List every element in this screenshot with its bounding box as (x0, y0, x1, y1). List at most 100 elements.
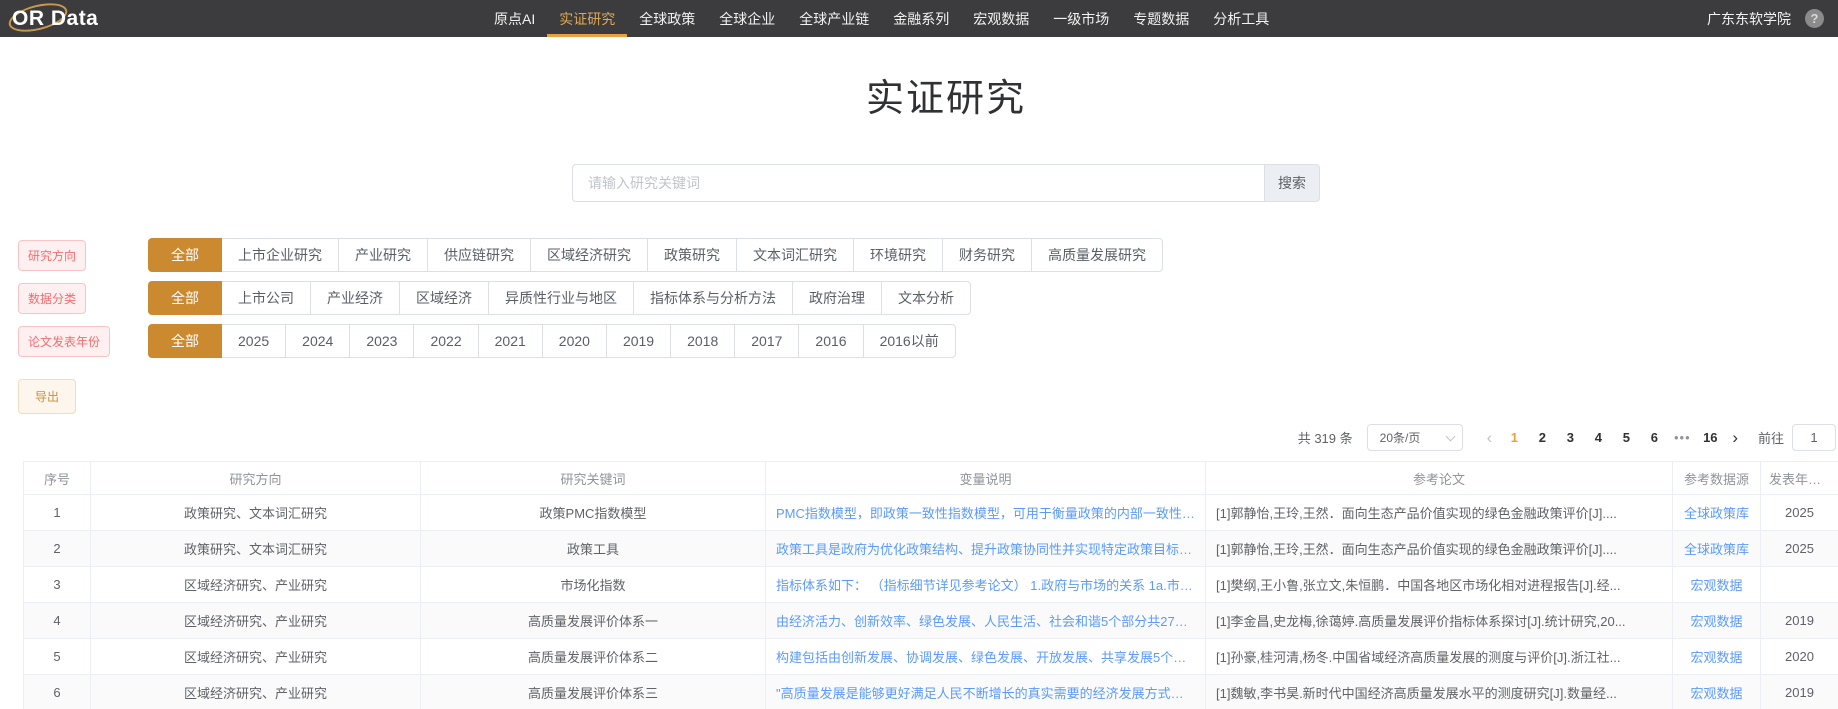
cell-direction: 政策研究、文本词汇研究 (90, 494, 421, 531)
page-number[interactable]: 16 (1696, 430, 1724, 445)
nav-item-8[interactable]: 一级市场 (1051, 0, 1111, 37)
filter-option[interactable]: 2025 (221, 324, 287, 358)
column-header-label: 参考数据源 (1683, 471, 1749, 487)
nav-item-7[interactable]: 宏观数据 (971, 0, 1031, 37)
nav-item-2[interactable]: 实证研究 (547, 0, 628, 37)
cell-direction: 区域经济研究、产业研究 (90, 566, 421, 603)
export-button[interactable]: 导出 (18, 379, 77, 414)
filter-options: 全部 上市企业研究 产业研究 供应链研究 区域经济研究 政策研究 文本词汇研究 环境研究 财务研… (148, 238, 1163, 272)
filter-option[interactable]: 异质性行业与地区 (488, 281, 634, 315)
column-header[interactable]: 发表年份 (1760, 461, 1838, 495)
filter-option[interactable]: 2022 (413, 324, 479, 358)
filter-option[interactable]: 产业研究 (338, 238, 428, 272)
cell-variable-desc[interactable]: 构建包括由创新发展、协调发展、绿色发展、开放发展、共享发展5个维度的评价体系。 (765, 638, 1206, 675)
cell-data-source[interactable]: 宏观数据 (1672, 674, 1761, 709)
page-size-select[interactable]: 20条/页 (1366, 424, 1463, 451)
logo[interactable]: OR Data (5, 0, 132, 37)
cell-direction: 政策研究、文本词汇研究 (90, 530, 421, 567)
cell-variable-desc[interactable]: "高质量发展是能够更好满足人民不断增长的真实需要的经济发展方式、结构和动力状态.… (765, 674, 1206, 709)
cell-variable-desc[interactable]: 由经济活力、创新效率、绿色发展、人民生活、社会和谐5个部分共27项指标构成的高质… (765, 602, 1206, 639)
search-button[interactable]: 搜索 (1264, 164, 1320, 202)
cell-publish-year (1760, 566, 1838, 603)
filter-row: 论文发表年份 全部 2025 2024 2023 2022 2021 2020 2019 2018… (0, 324, 1838, 358)
cell-reference-paper: [1]郭静怡,王玲,王然．面向生态产品价值实现的绿色金融政策评价[J].... (1205, 494, 1673, 531)
nav-item-9[interactable]: 专题数据 (1131, 0, 1191, 37)
filter-option[interactable]: 文本分析 (881, 281, 971, 315)
filter-options: 全部 上市公司 产业经济 区域经济 异质性行业与地区 指标体系与分析方法 政府治理 文本分析 (148, 281, 971, 315)
nav-item-1[interactable]: 原点AI (492, 0, 537, 37)
nav-item-5[interactable]: 全球产业链 (797, 0, 871, 37)
nav-item-6[interactable]: 金融系列 (891, 0, 951, 37)
nav-item-10[interactable]: 分析工具 (1211, 0, 1271, 37)
table-row: 2 政策研究、文本词汇研究 政策工具 政策工具是政府为优化政策结构、提升政策协同性并实… (23, 530, 1838, 567)
filter-option[interactable]: 供应链研究 (427, 238, 531, 272)
table-row: 6 区域经济研究、产业研究 高质量发展评价体系三 "高质量发展是能够更好满足人民不断增… (23, 674, 1838, 709)
filter-option[interactable]: 政策研究 (647, 238, 737, 272)
cell-no: 4 (23, 602, 91, 639)
nav-item-3[interactable]: 全球政策 (637, 0, 697, 37)
table-row: 3 区域经济研究、产业研究 市场化指数 指标体系如下： （指标细节详见参考论文） 1.… (23, 566, 1838, 603)
filter-option[interactable]: 高质量发展研究 (1031, 238, 1163, 272)
more-pages-icon[interactable]: ••• (1668, 430, 1696, 445)
filter-option[interactable]: 2016以前 (862, 324, 956, 358)
nav-right: 广东东软学院 ? (1707, 9, 1824, 29)
filter-option[interactable]: 区域经济 (399, 281, 489, 315)
cell-variable-desc[interactable]: 政策工具是政府为优化政策结构、提升政策协同性并实现特定政策目标而采用的系统性..… (765, 530, 1206, 567)
filter-option[interactable]: 指标体系与分析方法 (633, 281, 793, 315)
filter-row: 研究方向 全部 上市企业研究 产业研究 供应链研究 区域经济研究 政策研究 文本词汇研究 环境研… (0, 238, 1838, 272)
cell-data-source[interactable]: 全球政策库 (1672, 494, 1761, 531)
prev-page-icon[interactable]: ‹ (1479, 429, 1501, 446)
page-number[interactable]: 1 (1500, 430, 1528, 445)
filter-option[interactable]: 产业经济 (310, 281, 400, 315)
goto-page: 前往 (1758, 424, 1836, 451)
page-number[interactable]: 5 (1612, 430, 1640, 445)
filter-option[interactable]: 全部 (148, 238, 222, 272)
cell-direction: 区域经济研究、产业研究 (90, 674, 421, 709)
page-number[interactable]: 2 (1528, 430, 1556, 445)
filter-option[interactable]: 财务研究 (942, 238, 1032, 272)
filter-option[interactable]: 上市企业研究 (221, 238, 339, 272)
chevron-down-icon (1445, 431, 1456, 441)
filter-option[interactable]: 环境研究 (853, 238, 943, 272)
filter-option[interactable]: 2017 (734, 324, 800, 358)
filter-option[interactable]: 2023 (349, 324, 415, 358)
sort-caret-icon[interactable] (1826, 475, 1835, 486)
filter-option[interactable]: 2024 (285, 324, 351, 358)
goto-page-input[interactable] (1792, 424, 1836, 451)
column-header-label: 研究方向 (229, 471, 282, 487)
filter-option[interactable]: 区域经济研究 (530, 238, 648, 272)
filter-option[interactable]: 政府治理 (792, 281, 882, 315)
cell-no: 1 (23, 494, 91, 531)
cell-keyword: 政策PMC指数模型 (420, 494, 766, 531)
filter-option[interactable]: 文本词汇研究 (736, 238, 854, 272)
filter-label: 研究方向 (18, 239, 87, 271)
cell-reference-paper: [1]魏敏,李书昊.新时代中国经济高质量发展水平的测度研究[J].数量经... (1205, 674, 1673, 709)
cell-data-source[interactable]: 宏观数据 (1672, 602, 1761, 639)
search-input[interactable] (572, 164, 1264, 202)
filter-option[interactable]: 全部 (148, 324, 222, 358)
filter-option[interactable]: 上市公司 (221, 281, 311, 315)
pagination: 共 319 条 20条/页 ‹ 1 2 3 4 5 6 ••• 16 › 前往 (0, 424, 1836, 451)
cell-data-source[interactable]: 全球政策库 (1672, 530, 1761, 567)
page-number[interactable]: 4 (1584, 430, 1612, 445)
column-header: 研究方向 (90, 461, 421, 495)
cell-variable-desc[interactable]: PMC指数模型，即政策一致性指数模型，可用于衡量政策的内部一致性，其结果反映了.… (765, 494, 1206, 531)
cell-publish-year: 2019 (1760, 674, 1838, 709)
filter-label-wrap: 数据分类 (0, 282, 148, 314)
help-icon[interactable]: ? (1805, 9, 1824, 28)
cell-variable-desc[interactable]: 指标体系如下： （指标细节详见参考论文） 1.政府与市场的关系 1a.市场分配资… (765, 566, 1206, 603)
page-number[interactable]: 6 (1640, 430, 1668, 445)
page-number[interactable]: 3 (1556, 430, 1584, 445)
logo-text: OR Data (12, 6, 99, 30)
filter-option[interactable]: 2021 (477, 324, 543, 358)
filter-option[interactable]: 2019 (605, 324, 672, 358)
filter-option[interactable]: 2018 (670, 324, 736, 358)
nav-item-4[interactable]: 全球企业 (717, 0, 777, 37)
next-page-icon[interactable]: › (1724, 429, 1746, 446)
filter-option[interactable]: 全部 (148, 281, 222, 315)
cell-data-source[interactable]: 宏观数据 (1672, 566, 1761, 603)
cell-data-source[interactable]: 宏观数据 (1672, 638, 1761, 675)
org-name[interactable]: 广东东软学院 (1707, 9, 1791, 29)
filter-option[interactable]: 2020 (541, 324, 607, 358)
filter-option[interactable]: 2016 (798, 324, 864, 358)
